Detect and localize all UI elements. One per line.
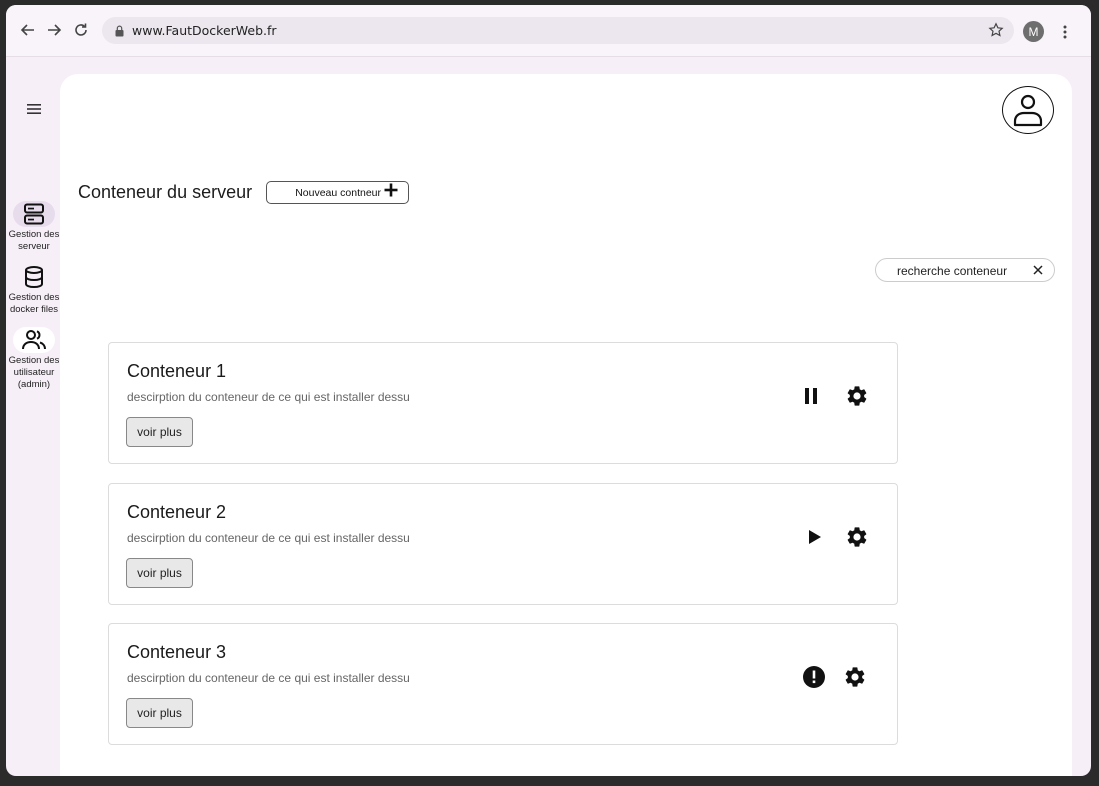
container-description: descirption du conteneur de ce qui est i… [127, 671, 410, 685]
reload-icon[interactable] [71, 19, 91, 41]
gear-icon[interactable] [844, 383, 870, 409]
back-arrow-icon[interactable] [18, 19, 38, 41]
container-card: Conteneur 1 descirption du conteneur de … [108, 342, 898, 464]
alert-icon[interactable] [802, 665, 826, 689]
sidebar-item-label: Gestion des serveur [8, 229, 60, 252]
sidebar-item-servers[interactable]: Gestion des serveur [6, 201, 62, 253]
container-name: Conteneur 2 [127, 502, 227, 522]
container-card: Conteneur 3 descirption du conteneur de … [108, 623, 898, 745]
users-icon [13, 327, 55, 353]
container-description: descirption du conteneur de ce qui est i… [127, 390, 410, 404]
gear-icon[interactable] [842, 664, 868, 690]
container-name: Conteneur 1 [127, 361, 227, 381]
bookmark-star-icon[interactable] [988, 22, 1004, 43]
play-icon[interactable] [803, 525, 827, 549]
forward-arrow-icon[interactable] [44, 19, 64, 41]
hamburger-menu-icon[interactable] [24, 99, 44, 119]
database-icon [13, 264, 55, 290]
container-description: descirption du conteneur de ce qui est i… [127, 531, 410, 545]
lock-icon [115, 24, 124, 42]
see-more-button[interactable]: voir plus [126, 417, 193, 447]
address-bar[interactable]: www.FautDockerWeb.fr [102, 17, 1014, 44]
search-input[interactable]: recherche conteneur [897, 264, 1007, 278]
search-field[interactable]: recherche conteneur [875, 258, 1055, 282]
new-container-button[interactable]: Nouveau contneur [266, 181, 409, 204]
main-content: Conteneur du serveur Nouveau contneur re… [60, 74, 1072, 776]
container-name: Conteneur 3 [127, 642, 227, 662]
browser-window: www.FautDockerWeb.fr M Gestion des serve… [6, 5, 1091, 776]
pause-icon[interactable] [799, 384, 823, 408]
plus-icon [384, 183, 398, 202]
navigation-rail: Gestion des serveur Gestion des docker f… [6, 57, 60, 776]
server-icon [13, 201, 55, 227]
url-text: www.FautDockerWeb.fr [132, 23, 277, 38]
clear-search-icon[interactable] [1031, 263, 1045, 282]
browser-toolbar: www.FautDockerWeb.fr M [6, 5, 1091, 57]
page-title: Conteneur du serveur [78, 182, 253, 202]
new-container-button-label: Nouveau contneur [295, 186, 381, 199]
gear-icon[interactable] [844, 524, 870, 550]
sidebar-item-label: Gestion des docker files [8, 292, 60, 315]
see-more-button[interactable]: voir plus [126, 558, 193, 588]
browser-profile-avatar[interactable]: M [1023, 21, 1044, 42]
container-card: Conteneur 2 descirption du conteneur de … [108, 483, 898, 605]
sidebar-item-label: Gestion des utilisateur (admin) [8, 355, 60, 390]
more-vert-icon[interactable] [1058, 22, 1072, 42]
user-profile-icon[interactable] [1002, 86, 1054, 134]
sidebar-item-dockerfiles[interactable]: Gestion des docker files [6, 264, 62, 316]
see-more-button[interactable]: voir plus [126, 698, 193, 728]
sidebar-item-users[interactable]: Gestion des utilisateur (admin) [6, 327, 62, 391]
